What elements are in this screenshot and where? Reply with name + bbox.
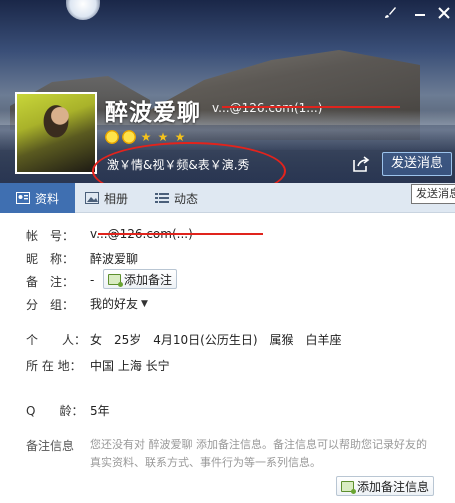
caret-down-icon: ▼ xyxy=(141,298,148,309)
nickname-label: 昵 称： xyxy=(26,252,75,266)
tab-label: 动态 xyxy=(174,191,199,206)
profile-account: v...@126.com(1...) xyxy=(212,101,323,115)
remark-info-text: 您还没有对 醉波爱聊 添加备注信息。备注信息可以帮助您记录好友的真实资料、联系方… xyxy=(90,438,427,469)
tab-label: 资料 xyxy=(34,191,59,206)
add-remark-label: 添加备注 xyxy=(124,272,173,287)
group-select[interactable]: 我的好友 ▼ xyxy=(90,295,148,312)
note-icon xyxy=(341,480,356,494)
smiley-face-icon xyxy=(105,130,119,144)
remark-label: 备 注： xyxy=(26,275,75,289)
add-remark-info-button[interactable]: 添加备注信息 xyxy=(336,476,435,496)
redaction-line xyxy=(222,106,400,108)
remark-info-label: 备注信息 xyxy=(26,439,75,453)
remark-value: - xyxy=(90,273,95,287)
qage-value: 5年 xyxy=(90,404,110,418)
avatar[interactable] xyxy=(15,92,97,174)
skin-brush-icon[interactable] xyxy=(383,6,397,23)
add-remark-info-label: 添加备注信息 xyxy=(357,479,430,494)
tab-photos[interactable]: 相册 xyxy=(85,183,128,213)
profile-tabs: 资料 相册 动态 xyxy=(0,183,455,213)
feed-icon xyxy=(155,192,169,204)
photo-icon xyxy=(85,192,99,204)
group-label: 分 组： xyxy=(26,298,75,312)
account-label: 帐 号： xyxy=(26,229,75,243)
close-icon[interactable] xyxy=(437,6,451,23)
profile-nickname: 醉波爱聊 xyxy=(105,100,201,126)
smiley-face-icon xyxy=(122,130,136,144)
minimize-icon[interactable] xyxy=(413,6,427,23)
qage-label: Q 龄： xyxy=(26,404,84,418)
personal-value: 女 25岁 4月10日(公历生日) 属猴 白羊座 xyxy=(90,333,342,347)
tab-profile[interactable]: 资料 xyxy=(0,183,75,213)
profile-icon xyxy=(15,192,30,204)
tab-label: 相册 xyxy=(104,191,129,206)
star-icon: ★ xyxy=(140,130,152,144)
moon-graphic xyxy=(66,0,100,20)
group-value: 我的好友 xyxy=(90,297,139,311)
note-icon xyxy=(108,273,123,287)
personal-label: 个 人： xyxy=(26,333,87,347)
share-icon[interactable] xyxy=(352,156,370,172)
location-value: 中国 上海 长宁 xyxy=(90,359,170,373)
redaction-line xyxy=(98,233,263,235)
add-remark-button[interactable]: 添加备注 xyxy=(103,269,178,289)
location-label: 所 在 地： xyxy=(26,359,82,373)
send-message-button[interactable]: 发送消息 xyxy=(382,152,452,176)
nickname-value: 醉波爱聊 xyxy=(90,252,139,266)
send-message-tooltip: 发送消息 xyxy=(411,184,455,204)
tab-feed[interactable]: 动态 xyxy=(155,183,198,213)
